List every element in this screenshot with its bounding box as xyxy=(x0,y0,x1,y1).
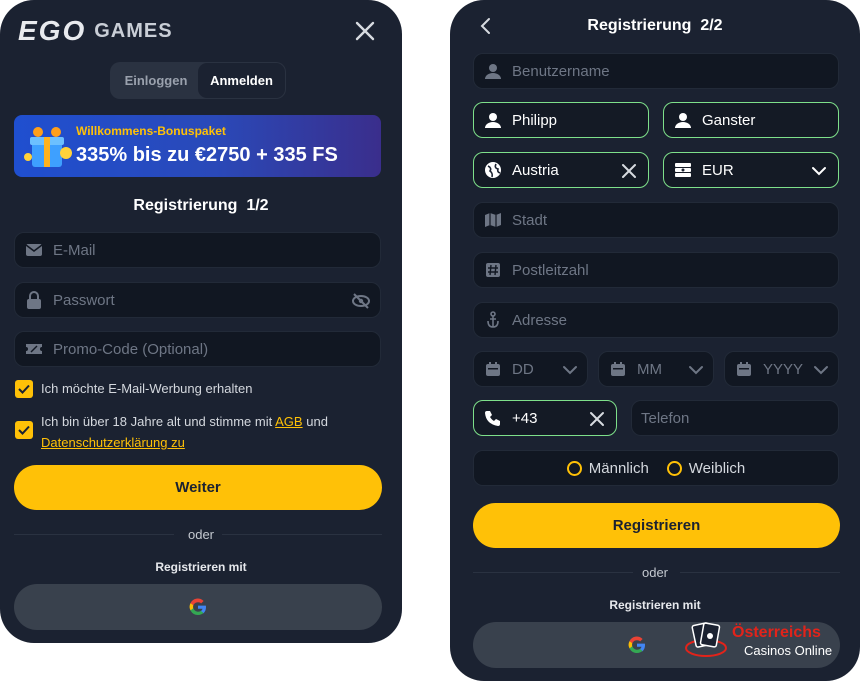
watermark-line-1: Österreichs xyxy=(732,624,821,641)
calendar-icon xyxy=(733,358,755,380)
chevron-down-icon xyxy=(685,359,707,381)
lock-icon xyxy=(23,289,45,311)
password-field[interactable]: Passwort xyxy=(14,282,381,318)
promo-code-field[interactable]: Promo-Code (Optional) xyxy=(14,331,381,367)
bonus-offer: 335% bis zu €2750 + 335 FS xyxy=(76,144,338,166)
gender-female-option[interactable]: Weiblich xyxy=(666,460,745,477)
logo-mark: EGO xyxy=(18,15,87,46)
google-signup-button[interactable] xyxy=(14,584,382,630)
birth-day-select[interactable]: DD xyxy=(473,351,588,387)
gift-icon xyxy=(22,123,74,171)
currency-value: EUR xyxy=(702,161,734,179)
money-icon xyxy=(672,159,694,181)
birth-month-select[interactable]: MM xyxy=(598,351,714,387)
envelope-icon xyxy=(23,239,45,261)
first-name-field[interactable]: Philipp xyxy=(473,102,649,138)
address-placeholder: Adresse xyxy=(512,311,568,329)
promo-code-placeholder: Promo-Code (Optional) xyxy=(53,340,209,358)
email-placeholder: E-Mail xyxy=(53,241,96,259)
register-with-label: Registrieren mit xyxy=(155,560,247,574)
phone-placeholder: Telefon xyxy=(641,409,690,427)
day-placeholder: DD xyxy=(512,360,534,378)
first-name-value: Philipp xyxy=(512,111,558,129)
casino-watermark: Österreichs Casinos Online xyxy=(684,618,856,664)
clear-icon[interactable] xyxy=(618,160,640,182)
registration-step-1-panel: EGO GAMES Einloggen Anmelden Willkommens… xyxy=(0,0,402,643)
email-field[interactable]: E-Mail xyxy=(14,232,381,268)
or-separator: oder xyxy=(187,527,215,542)
cards-logo-icon xyxy=(684,620,728,662)
address-field[interactable]: Adresse xyxy=(473,302,839,338)
google-icon xyxy=(627,635,647,655)
privacy-policy-link[interactable]: Datenschutzerklärung zu xyxy=(41,435,185,450)
calendar-icon xyxy=(607,358,629,380)
marketing-consent-label: Ich möchte E-Mail-Werbung erhalten xyxy=(41,381,253,396)
age-terms-label: Ich bin über 18 Jahre alt und stimme mit… xyxy=(41,414,328,450)
city-placeholder: Stadt xyxy=(512,211,548,229)
last-name-value: Ganster xyxy=(702,111,756,129)
chevron-down-icon[interactable] xyxy=(808,160,830,182)
phone-field[interactable]: Telefon xyxy=(631,400,839,436)
chevron-down-icon xyxy=(559,359,581,381)
country-select[interactable]: Austria xyxy=(473,152,649,188)
zip-placeholder: Postleitzahl xyxy=(512,261,589,279)
chevron-down-icon xyxy=(810,359,832,381)
password-placeholder: Passwort xyxy=(53,291,115,309)
zip-field[interactable]: Postleitzahl xyxy=(473,252,839,288)
birth-year-select[interactable]: YYYY xyxy=(724,351,839,387)
ego-games-logo: EGO GAMES xyxy=(18,15,173,46)
anchor-icon xyxy=(482,309,504,331)
last-name-field[interactable]: Ganster xyxy=(663,102,839,138)
step-2-title: Registrierung 2/2 xyxy=(587,17,723,34)
year-placeholder: YYYY xyxy=(763,360,804,378)
phone-prefix-select[interactable]: +43 xyxy=(473,400,617,436)
month-placeholder: MM xyxy=(637,360,662,378)
city-field[interactable]: Stadt xyxy=(473,202,839,238)
username-field[interactable]: Benutzername xyxy=(473,53,839,89)
logo-games-text: GAMES xyxy=(94,19,173,42)
user-icon xyxy=(672,109,694,131)
map-icon xyxy=(482,209,504,231)
gender-selector: Männlich Weiblich xyxy=(473,450,839,486)
ticket-icon xyxy=(23,338,45,360)
registration-step-2-panel: Registrierung 2/2 Benutzername Philipp G… xyxy=(450,0,860,681)
tab-register[interactable]: Anmelden xyxy=(198,63,285,98)
globe-icon xyxy=(482,159,504,181)
radio-male[interactable] xyxy=(566,460,582,476)
bonus-title: Willkommens-Bonuspaket xyxy=(76,124,226,138)
radio-female[interactable] xyxy=(666,460,682,476)
register-button[interactable]: Registrieren xyxy=(473,503,840,548)
currency-select[interactable]: EUR xyxy=(663,152,839,188)
or-separator: oder xyxy=(641,565,669,580)
step-1-title: Registrierung 1/2 xyxy=(133,197,269,214)
user-icon xyxy=(482,109,504,131)
close-icon[interactable] xyxy=(354,20,376,42)
register-with-label: Registrieren mit xyxy=(609,598,701,612)
auth-tabs: Einloggen Anmelden xyxy=(110,62,286,99)
username-placeholder: Benutzername xyxy=(512,62,610,80)
next-button[interactable]: Weiter xyxy=(14,465,382,510)
clear-icon[interactable] xyxy=(586,408,608,430)
google-icon xyxy=(188,597,208,617)
phone-prefix-value: +43 xyxy=(512,409,538,427)
agb-link[interactable]: AGB xyxy=(275,414,302,429)
gender-male-option[interactable]: Männlich xyxy=(566,460,649,477)
phone-icon xyxy=(482,407,504,429)
hash-icon xyxy=(482,259,504,281)
age-terms-checkbox[interactable] xyxy=(15,421,33,439)
watermark-line-2: Casinos Online xyxy=(744,643,833,658)
calendar-icon xyxy=(482,358,504,380)
user-icon xyxy=(482,60,504,82)
eye-off-icon[interactable] xyxy=(350,290,372,312)
marketing-checkbox[interactable] xyxy=(15,380,33,398)
tab-login[interactable]: Einloggen xyxy=(114,66,198,95)
welcome-bonus-banner[interactable]: Willkommens-Bonuspaket 335% bis zu €2750… xyxy=(14,115,381,177)
country-value: Austria xyxy=(512,161,559,179)
